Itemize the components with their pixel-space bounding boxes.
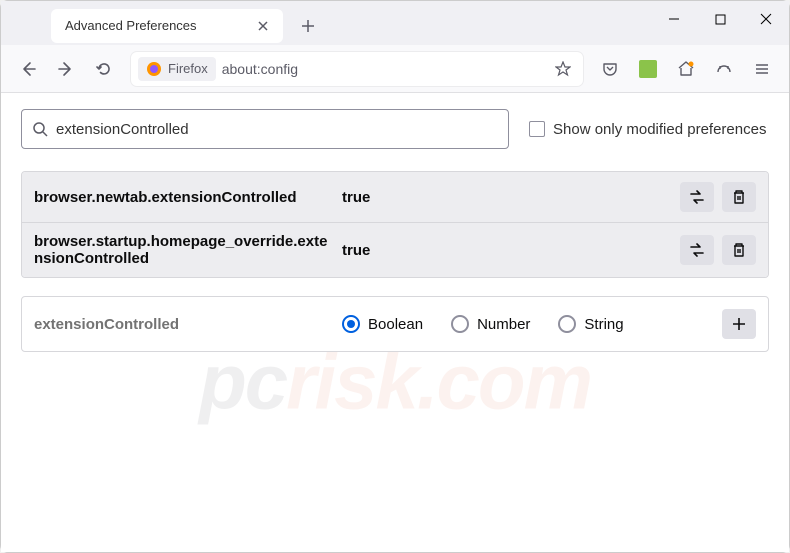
plus-icon	[731, 316, 747, 332]
reload-icon	[96, 61, 112, 77]
content-area: pcrisk.com Show only modified preference…	[1, 93, 789, 552]
tab-title: Advanced Preferences	[65, 18, 197, 33]
extension-icon	[639, 60, 657, 78]
bookmark-star-button[interactable]	[550, 56, 576, 82]
reload-button[interactable]	[87, 52, 121, 86]
radio-label: String	[584, 316, 623, 333]
firefox-icon	[146, 61, 162, 77]
arrow-left-icon	[20, 61, 36, 77]
toggle-icon	[689, 189, 705, 205]
pref-row: browser.newtab.extensionControlled true	[22, 172, 768, 223]
identity-box[interactable]: Firefox	[138, 57, 216, 81]
radio-number[interactable]: Number	[451, 315, 530, 333]
toggle-button[interactable]	[680, 182, 714, 212]
radio-icon	[558, 315, 576, 333]
overflow-button[interactable]	[707, 52, 741, 86]
show-modified-checkbox[interactable]: Show only modified preferences	[529, 121, 766, 138]
titlebar: Advanced Preferences	[1, 1, 789, 45]
radio-label: Boolean	[368, 316, 423, 333]
search-box[interactable]	[21, 109, 509, 149]
maximize-icon	[715, 14, 726, 25]
account-button[interactable]	[669, 52, 703, 86]
checkbox-icon	[529, 121, 545, 137]
pref-value: true	[342, 189, 668, 206]
pocket-icon	[602, 61, 618, 77]
pocket-button[interactable]	[593, 52, 627, 86]
pref-name: browser.startup.homepage_override.extens…	[34, 233, 330, 267]
pref-actions	[680, 182, 756, 212]
radio-icon	[451, 315, 469, 333]
minimize-button[interactable]	[651, 1, 697, 37]
pref-list: browser.newtab.extensionControlled true …	[21, 171, 769, 278]
toggle-button[interactable]	[680, 235, 714, 265]
radio-string[interactable]: String	[558, 315, 623, 333]
radio-icon	[342, 315, 360, 333]
pref-name: browser.newtab.extensionControlled	[34, 189, 330, 206]
url-text: about:config	[222, 61, 544, 77]
extension-button[interactable]	[631, 52, 665, 86]
minimize-icon	[668, 13, 680, 25]
search-icon	[32, 121, 48, 137]
radio-label: Number	[477, 316, 530, 333]
trash-icon	[731, 242, 747, 258]
forward-button[interactable]	[49, 52, 83, 86]
arrow-right-icon	[58, 61, 74, 77]
app-menu-button[interactable]	[745, 52, 779, 86]
navigation-toolbar: Firefox about:config	[1, 45, 789, 93]
close-icon	[257, 20, 269, 32]
browser-tab[interactable]: Advanced Preferences	[51, 9, 283, 43]
radio-boolean[interactable]: Boolean	[342, 315, 423, 333]
new-tab-button[interactable]	[293, 11, 323, 41]
pref-value: true	[342, 242, 668, 259]
star-icon	[555, 61, 571, 77]
pref-actions	[680, 235, 756, 265]
delete-button[interactable]	[722, 235, 756, 265]
search-row: Show only modified preferences	[21, 109, 769, 149]
pref-row: browser.startup.homepage_override.extens…	[22, 223, 768, 277]
back-button[interactable]	[11, 52, 45, 86]
add-button[interactable]	[722, 309, 756, 339]
toggle-icon	[689, 242, 705, 258]
type-radio-group: Boolean Number String	[342, 315, 710, 333]
delete-button[interactable]	[722, 182, 756, 212]
identity-label: Firefox	[168, 61, 208, 76]
account-icon	[677, 60, 695, 78]
hamburger-icon	[754, 61, 770, 77]
search-input[interactable]	[56, 121, 498, 138]
close-window-button[interactable]	[743, 1, 789, 37]
overflow-icon	[715, 60, 733, 78]
trash-icon	[731, 189, 747, 205]
address-bar[interactable]: Firefox about:config	[131, 52, 583, 86]
close-icon	[760, 13, 772, 25]
new-pref-row: extensionControlled Boolean Number Strin…	[21, 296, 769, 352]
new-pref-name: extensionControlled	[34, 316, 330, 333]
tab-close-button[interactable]	[253, 16, 273, 36]
plus-icon	[301, 19, 315, 33]
window-controls	[651, 1, 789, 45]
checkbox-label: Show only modified preferences	[553, 121, 766, 138]
maximize-button[interactable]	[697, 1, 743, 37]
